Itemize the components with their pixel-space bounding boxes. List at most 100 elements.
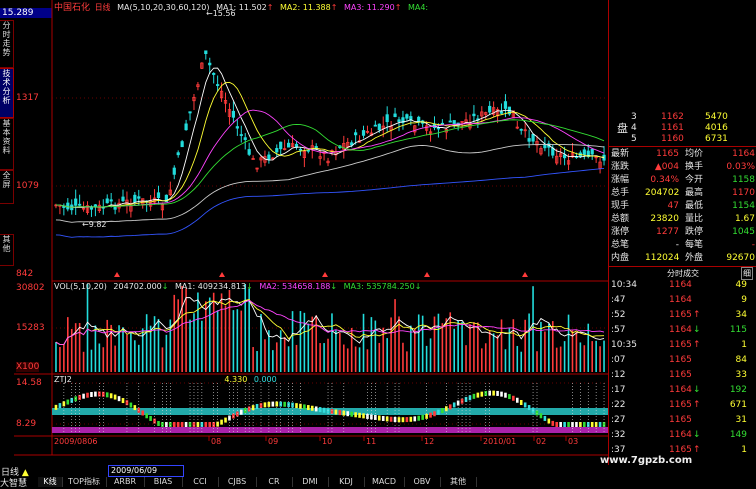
indicator-tab[interactable]: ARBR xyxy=(106,477,145,487)
indicator-tab[interactable]: 其他 xyxy=(440,477,477,487)
indicator-tab[interactable]: OBV xyxy=(404,477,441,487)
trade-time: :22 xyxy=(611,400,626,410)
indicator-header: ZTJ2 4.330 0.000 xyxy=(54,375,277,384)
indicator-dot xyxy=(255,403,259,409)
trades-detail-tab[interactable]: 细 xyxy=(741,267,753,280)
candle-body xyxy=(488,105,492,113)
trade-volume: 1 xyxy=(741,445,747,455)
indicator-dot xyxy=(322,407,326,413)
indicator-dot xyxy=(429,412,432,418)
indicator-dot xyxy=(117,396,121,402)
trade-volume: 1 xyxy=(741,340,747,350)
volume-unit-label: X100 xyxy=(16,362,40,372)
trade-row: :32 1164 ↓ 149 xyxy=(609,430,756,441)
indicator-dot xyxy=(204,422,208,427)
date-label: 11 xyxy=(366,437,377,446)
candle-body xyxy=(279,141,283,150)
trade-price: 1164 xyxy=(669,280,692,290)
candle-body xyxy=(527,138,531,142)
indicator-dot xyxy=(567,422,570,427)
candle-body xyxy=(172,167,176,175)
quote-key: 最低 xyxy=(685,201,704,211)
stock-name: 中国石化 xyxy=(54,3,91,13)
trade-price: 1165 xyxy=(669,340,692,350)
indicator-dot xyxy=(358,412,361,418)
candle-body xyxy=(212,72,216,75)
candle-body xyxy=(448,120,452,123)
quote-value: 1158 xyxy=(732,175,755,185)
order-book-row: 5 1160 6731 xyxy=(609,134,756,145)
trade-row: :52 1165 ↑ 34 xyxy=(609,310,756,321)
indicator-tab[interactable]: DMI xyxy=(292,477,329,487)
candle-body xyxy=(472,113,476,117)
period-label: 日线 xyxy=(94,3,111,12)
indicator-dot xyxy=(283,401,286,407)
trade-price: 1164 xyxy=(669,430,692,440)
trade-row: :17 1164 ↓ 192 xyxy=(609,385,756,396)
order-book-row: 3 1162 5470 xyxy=(609,112,756,123)
indicator-dot xyxy=(488,390,491,396)
candle-body xyxy=(563,154,567,159)
candle-body xyxy=(243,137,247,140)
order-book-level: 3 xyxy=(631,112,637,122)
quote-row: 内盘 112024 外盘 92670 xyxy=(609,253,756,264)
candle-body xyxy=(180,141,184,148)
price-axis-label: 842 xyxy=(16,269,34,279)
trade-volume: 9 xyxy=(741,295,747,305)
indicator-dot xyxy=(413,416,417,422)
quote-panel: 盘 分时成交 细 3 1162 5470 4 1161 4016 5 1160 6731 最新 11… xyxy=(608,0,756,465)
indicator-dot xyxy=(539,413,543,419)
candle-body xyxy=(590,148,594,155)
indicator-dot xyxy=(437,409,440,415)
indicator-tab[interactable]: CR xyxy=(256,477,293,487)
candle-body xyxy=(113,206,117,210)
marker-triangles xyxy=(114,272,528,277)
candle-body xyxy=(109,199,113,202)
indicator-tab[interactable]: TOP指标 xyxy=(62,477,107,487)
date-label: 03 xyxy=(568,437,579,446)
order-book-volume: 5470 xyxy=(705,112,728,122)
trade-price: 1164 xyxy=(669,325,692,335)
date-label: 08 xyxy=(211,437,222,446)
trade-direction: ↑ xyxy=(693,310,701,320)
chart-area[interactable]: 中国石化 日线 MA(5,10,20,30,60,120) MA1: 11.50… xyxy=(14,0,608,465)
trade-time: :12 xyxy=(611,370,626,380)
trade-price: 1165 xyxy=(669,310,692,320)
indicator-tab[interactable]: CJBS xyxy=(218,477,257,487)
indicator-dot xyxy=(547,418,551,424)
trade-time: :52 xyxy=(611,310,626,320)
indicator-dot xyxy=(417,415,421,421)
indicator-tab[interactable]: MACD xyxy=(364,477,405,487)
quote-value: 47 xyxy=(667,201,679,211)
indicator-tab[interactable]: K线 xyxy=(38,477,63,487)
vol-value: 204702.000 xyxy=(113,282,162,291)
tab-fundamentals[interactable]: 基本资料 xyxy=(0,118,14,170)
indicator-dot xyxy=(66,399,70,405)
indicator-dot xyxy=(543,415,547,421)
indicator-dot xyxy=(389,416,393,422)
tab-intraday[interactable]: 分时走势 xyxy=(0,20,14,68)
date-label: 10 xyxy=(322,437,333,446)
tab-fullscreen[interactable]: 全屏 xyxy=(0,170,14,204)
candle-body xyxy=(235,126,239,129)
date-label: 02 xyxy=(536,437,547,446)
trade-time: 10:34 xyxy=(611,280,637,290)
chart-svg[interactable] xyxy=(14,0,608,465)
tab-technical[interactable]: 技术分析 xyxy=(0,68,14,118)
indicator-tab[interactable]: KDJ xyxy=(328,477,365,487)
indicator-dot xyxy=(441,408,444,414)
quote-key: 内盘 xyxy=(611,253,630,263)
trade-row: 10:34 1164 49 xyxy=(609,280,756,291)
ma3-value: MA3: 11.290 xyxy=(343,3,395,12)
indicator-tab[interactable]: BIAS xyxy=(144,477,183,487)
quote-row: 总笔 - 每笔 - xyxy=(609,240,756,251)
indicator-dot xyxy=(350,411,353,417)
date-input[interactable]: 2009/06/09 xyxy=(108,465,184,477)
indicator-dot xyxy=(90,392,93,398)
candle-body xyxy=(582,149,586,155)
quote-value: ▲004 xyxy=(654,162,679,172)
indicator-tab[interactable]: CCI xyxy=(182,477,219,487)
candle-body xyxy=(377,123,381,131)
candle-body xyxy=(156,192,161,199)
tab-other[interactable]: 其他 xyxy=(0,234,14,266)
